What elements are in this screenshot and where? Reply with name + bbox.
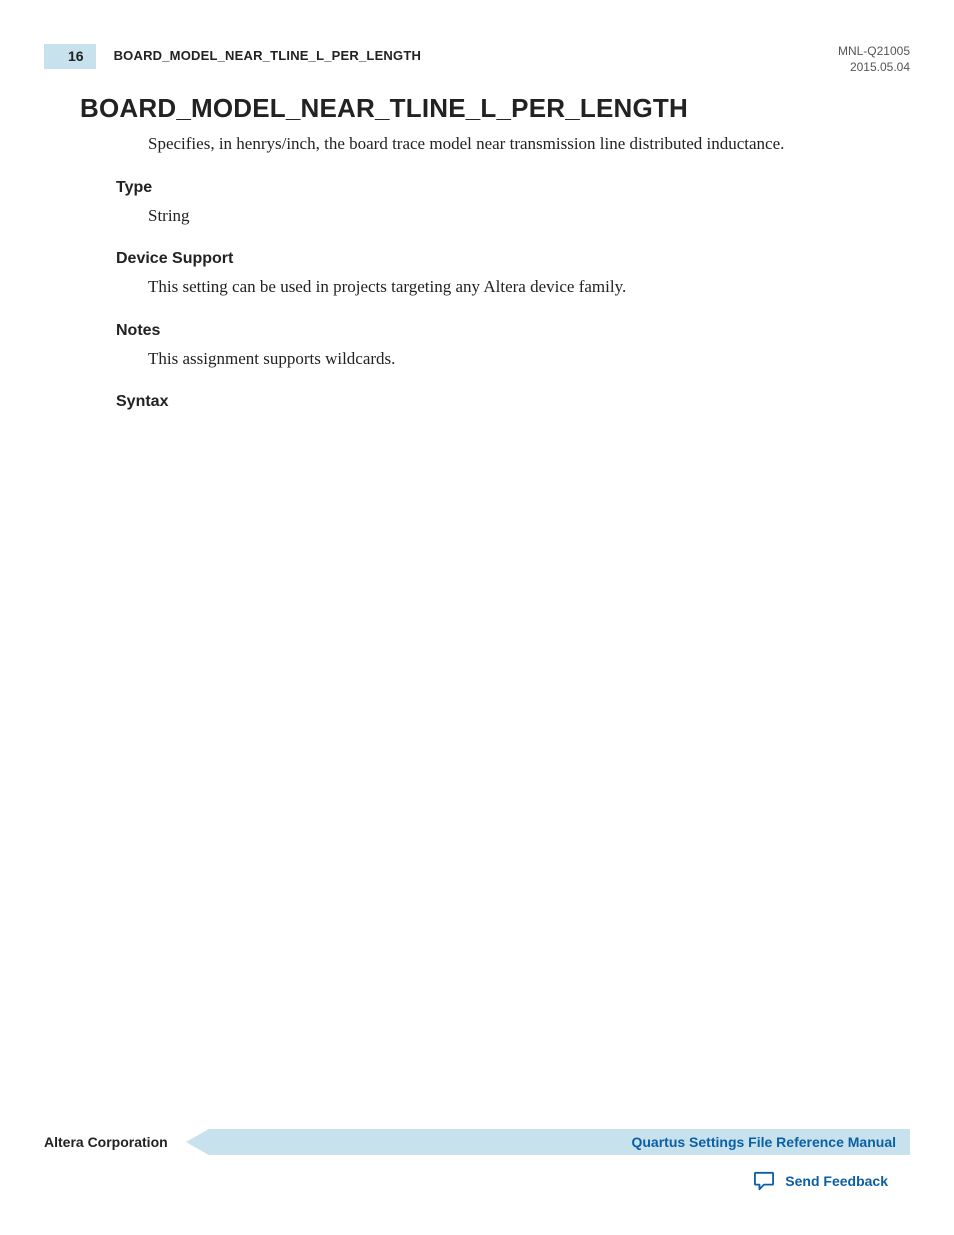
- section-heading-device-support: Device Support: [116, 250, 910, 268]
- page-header: 16 BOARD_MODEL_NEAR_TLINE_L_PER_LENGTH M…: [44, 44, 910, 75]
- section-body-device-support: This setting can be used in projects tar…: [148, 274, 870, 300]
- send-feedback-link[interactable]: Send Feedback: [753, 1171, 888, 1191]
- page-number-box: 16: [44, 44, 96, 69]
- doc-date: 2015.05.04: [838, 60, 910, 76]
- section-heading-notes: Notes: [116, 322, 910, 340]
- footer-top-row: Altera Corporation Quartus Settings File…: [44, 1129, 910, 1155]
- footer-corporation: Altera Corporation: [44, 1134, 168, 1150]
- footer-manual-link[interactable]: Quartus Settings File Reference Manual: [631, 1129, 896, 1155]
- doc-id: MNL-Q21005: [838, 44, 910, 60]
- entry-description: Specifies, in henrys/inch, the board tra…: [148, 132, 870, 157]
- speech-bubble-icon: [753, 1171, 775, 1191]
- section-body-type: String: [148, 203, 870, 229]
- page-footer: Altera Corporation Quartus Settings File…: [44, 1129, 910, 1191]
- section-heading-syntax: Syntax: [116, 393, 910, 411]
- content: BOARD_MODEL_NEAR_TLINE_L_PER_LENGTH Spec…: [44, 93, 910, 411]
- send-feedback-label: Send Feedback: [785, 1173, 888, 1189]
- section-body-notes: This assignment supports wildcards.: [148, 346, 870, 372]
- footer-feedback-row: Send Feedback: [44, 1171, 910, 1191]
- entry-title: BOARD_MODEL_NEAR_TLINE_L_PER_LENGTH: [80, 93, 910, 124]
- section-heading-type: Type: [116, 179, 910, 197]
- footer-manual-title: Quartus Settings File Reference Manual: [631, 1134, 896, 1150]
- header-right: MNL-Q21005 2015.05.04: [838, 44, 910, 75]
- footer-bar: Quartus Settings File Reference Manual: [186, 1129, 910, 1155]
- running-title: BOARD_MODEL_NEAR_TLINE_L_PER_LENGTH: [96, 44, 422, 69]
- header-left: 16 BOARD_MODEL_NEAR_TLINE_L_PER_LENGTH: [44, 44, 421, 69]
- page-number: 16: [68, 48, 84, 64]
